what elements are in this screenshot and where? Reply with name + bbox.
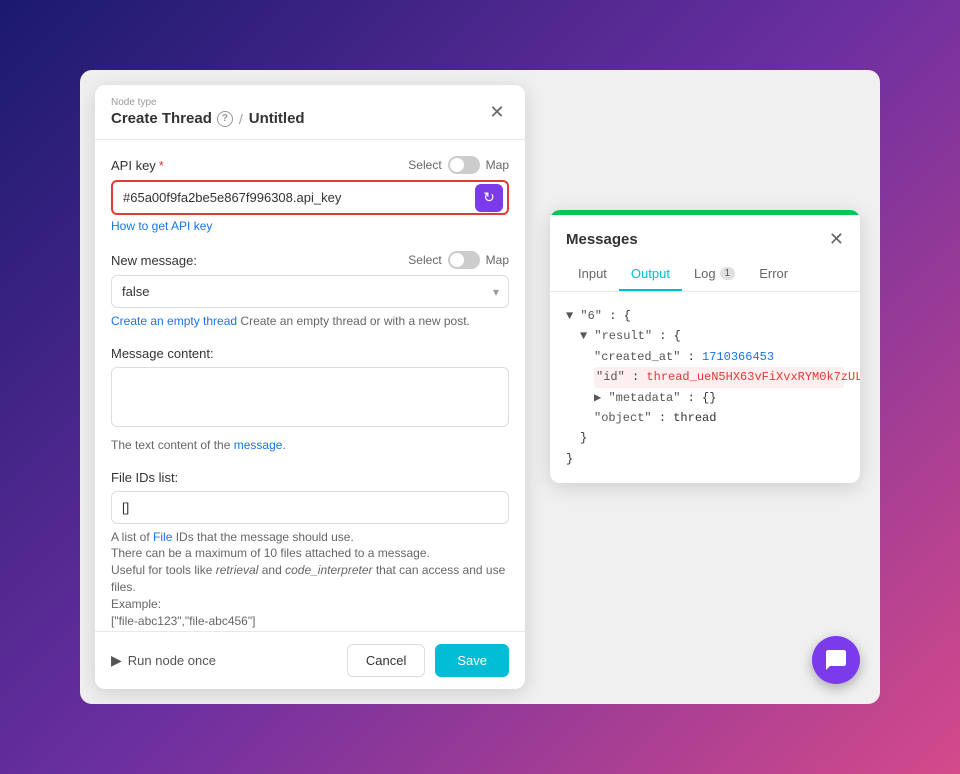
required-star: *: [159, 158, 164, 173]
tab-error[interactable]: Error: [747, 258, 800, 291]
file-ids-label-row: File IDs list:: [111, 470, 509, 485]
new-message-select[interactable]: false true: [111, 275, 509, 308]
toggle-knob-2: [450, 253, 464, 267]
api-key-select-label: Select: [408, 158, 441, 172]
chat-icon: [824, 648, 848, 672]
json-line-2: ▼ "result" : {: [580, 326, 844, 346]
messages-panel: Messages ✕ Input Output Log 1 Error ▼ "6…: [550, 210, 860, 483]
breadcrumb: Create Thread ? / Untitled: [111, 110, 305, 127]
new-message-field: New message: Select Map false true ▾: [111, 251, 509, 330]
json-line-7: }: [580, 428, 844, 448]
panel-title: Create Thread ?: [111, 110, 233, 127]
json-viewer: ▼ "6" : { ▼ "result" : { "created_at" : …: [550, 292, 860, 483]
toggle-knob: [450, 158, 464, 172]
api-key-map-label: Map: [486, 158, 509, 172]
footer-actions: Cancel Save: [347, 644, 509, 677]
api-key-controls: Select Map: [408, 156, 509, 174]
new-message-label-row: New message: Select Map: [111, 251, 509, 269]
help-icon[interactable]: ?: [217, 111, 233, 127]
file-ids-label: File IDs list:: [111, 470, 178, 485]
tab-output[interactable]: Output: [619, 258, 682, 291]
message-content-hint: The text content of the message.: [111, 437, 509, 454]
api-key-link[interactable]: How to get API key: [111, 219, 212, 233]
new-message-toggle[interactable]: [448, 251, 480, 269]
json-line-3: "created_at" : 1710366453: [594, 347, 844, 367]
node-type-label: Node type: [111, 97, 305, 108]
new-message-select-wrapper: false true ▾: [111, 275, 509, 308]
breadcrumb-subtitle: Untitled: [249, 110, 305, 127]
message-content-field: Message content: The text content of the…: [111, 346, 509, 454]
json-line-8: }: [566, 449, 844, 469]
play-icon: ▶: [111, 652, 122, 669]
api-key-field: API key * Select Map ↻ How to get: [111, 156, 509, 235]
new-message-hint: Create an empty thread Create an empty t…: [111, 313, 509, 330]
save-button[interactable]: Save: [435, 644, 509, 677]
message-content-input[interactable]: [111, 367, 509, 427]
new-message-map-label: Map: [486, 253, 509, 267]
api-key-wrapper: ↻: [111, 180, 509, 215]
file-link[interactable]: File: [153, 530, 172, 544]
message-content-label: Message content:: [111, 346, 214, 361]
json-line-1: ▼ "6" : {: [566, 306, 844, 326]
file-ids-field: File IDs list: A list of File IDs that t…: [111, 470, 509, 630]
tab-input[interactable]: Input: [566, 258, 619, 291]
json-line-5: ▶ "metadata" : {}: [594, 388, 844, 408]
breadcrumb-separator: /: [239, 111, 243, 127]
tabs-row: Input Output Log 1 Error: [550, 258, 860, 292]
panel-footer: ▶ Run node once Cancel Save: [95, 631, 525, 689]
create-empty-thread-link[interactable]: Create an empty thread: [111, 314, 237, 328]
message-content-label-row: Message content:: [111, 346, 509, 361]
file-ids-input[interactable]: [111, 491, 509, 524]
messages-close-button[interactable]: ✕: [829, 229, 844, 250]
run-once-button[interactable]: ▶ Run node once: [111, 652, 216, 669]
new-message-select-label: Select: [408, 253, 441, 267]
api-key-label: API key *: [111, 158, 164, 173]
api-key-label-row: API key * Select Map: [111, 156, 509, 174]
api-key-input[interactable]: [111, 180, 509, 215]
chat-fab[interactable]: [812, 636, 860, 684]
messages-panel-header: Messages ✕: [550, 215, 860, 250]
message-link[interactable]: message: [234, 438, 283, 452]
new-message-controls: Select Map: [408, 251, 509, 269]
close-button[interactable]: ✕: [485, 100, 509, 124]
file-ids-hint: A list of File IDs that the message shou…: [111, 529, 509, 630]
messages-title: Messages: [566, 231, 638, 248]
api-key-toggle[interactable]: [448, 156, 480, 174]
new-message-label: New message:: [111, 253, 197, 268]
panel-header: Node type Create Thread ? / Untitled ✕: [95, 85, 525, 140]
panel-body: API key * Select Map ↻ How to get: [95, 140, 525, 631]
create-thread-panel: Node type Create Thread ? / Untitled ✕ A: [95, 85, 525, 689]
refresh-button[interactable]: ↻: [475, 184, 503, 212]
main-container: Node type Create Thread ? / Untitled ✕ A: [80, 70, 880, 704]
cancel-button[interactable]: Cancel: [347, 644, 425, 677]
json-line-4: "id" : thread_ueN5HX63vFiXvxRYM0k7zULk: [594, 367, 844, 387]
tab-log[interactable]: Log 1: [682, 258, 747, 291]
header-left: Node type Create Thread ? / Untitled: [111, 97, 305, 127]
log-badge: 1: [720, 267, 736, 280]
json-line-6: "object" : thread: [594, 408, 844, 428]
